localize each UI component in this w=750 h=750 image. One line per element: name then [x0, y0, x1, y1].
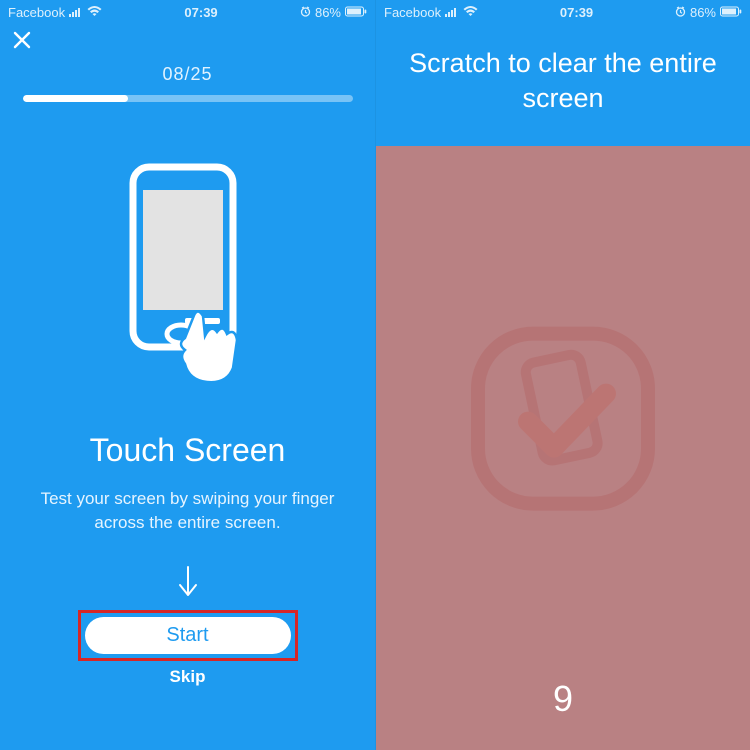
arrow-down-icon: [0, 565, 375, 606]
wifi-icon: [87, 5, 102, 20]
status-left: Facebook: [384, 5, 478, 20]
diagnostic-intro-screen: Facebook 07:39 86% 08/25: [0, 0, 375, 750]
carrier-label: Facebook: [384, 5, 441, 20]
alarm-icon: [675, 5, 686, 20]
status-time: 07:39: [560, 5, 593, 20]
status-left: Facebook: [8, 5, 102, 20]
progress-section: 08/25: [0, 64, 375, 102]
scratch-surface[interactable]: 9: [376, 146, 750, 750]
countdown-number: 9: [553, 678, 573, 720]
phone-check-icon: [458, 314, 668, 524]
start-button[interactable]: Start: [85, 617, 291, 654]
status-bar: Facebook 07:39 86%: [376, 0, 750, 24]
close-button[interactable]: [0, 24, 375, 58]
test-title: Touch Screen: [0, 432, 375, 469]
test-description: Test your screen by swiping your finger …: [0, 487, 375, 535]
status-right: 86%: [300, 5, 367, 20]
progress-counter: 08/25: [0, 64, 375, 85]
carrier-label: Facebook: [8, 5, 65, 20]
battery-percent: 86%: [690, 5, 716, 20]
battery-icon: [345, 5, 367, 20]
skip-button[interactable]: Skip: [0, 667, 375, 687]
alarm-icon: [300, 5, 311, 20]
scratch-instruction: Scratch to clear the entire screen: [376, 24, 750, 146]
progress-bar: [23, 95, 353, 102]
touch-screen-illustration: [103, 162, 273, 392]
status-time: 07:39: [184, 5, 217, 20]
wifi-icon: [463, 5, 478, 20]
progress-fill: [23, 95, 129, 102]
scratch-test-screen: Facebook 07:39 86% Scratch to clear the …: [375, 0, 750, 750]
signal-icon: [69, 5, 83, 20]
battery-percent: 86%: [315, 5, 341, 20]
status-bar: Facebook 07:39 86%: [0, 0, 375, 24]
battery-icon: [720, 5, 742, 20]
status-right: 86%: [675, 5, 742, 20]
start-button-highlight: Start: [78, 610, 298, 661]
signal-icon: [445, 5, 459, 20]
